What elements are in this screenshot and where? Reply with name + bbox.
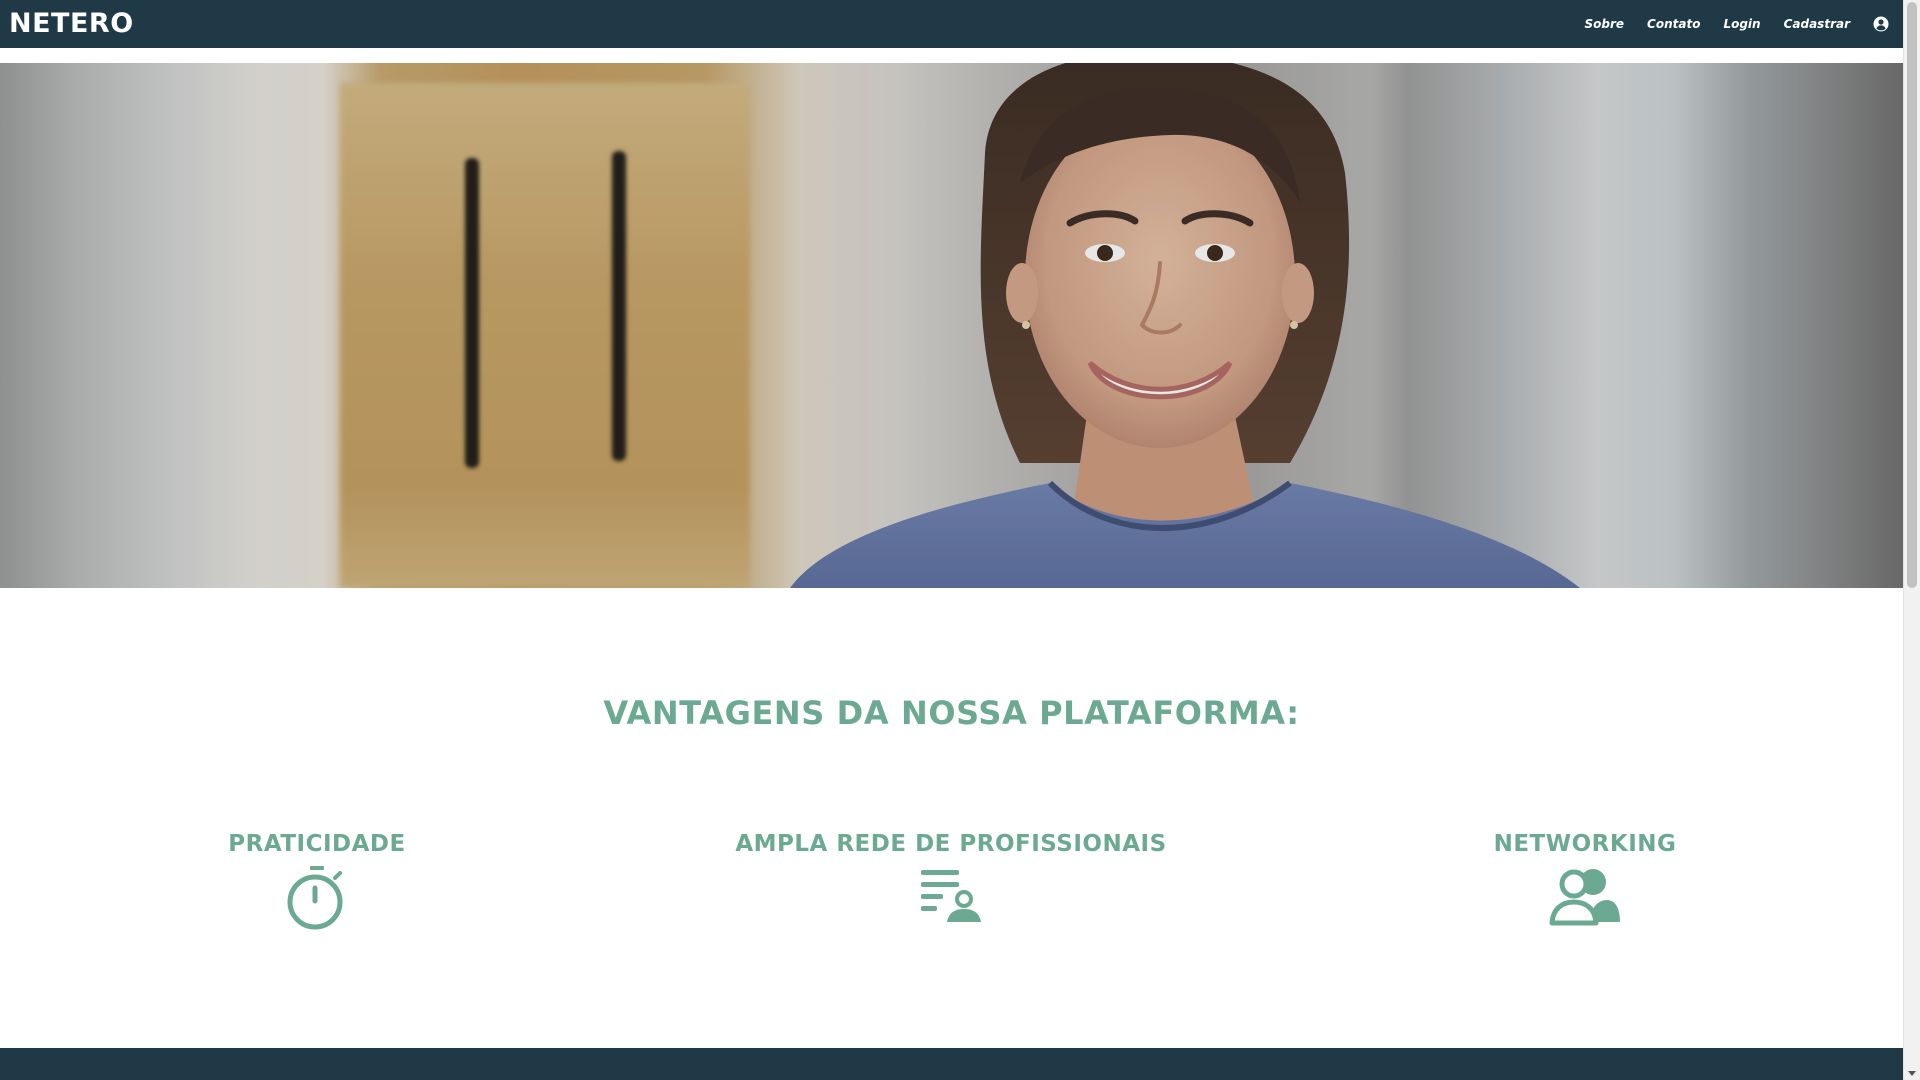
- scroll-down-arrow-icon[interactable]: [1908, 1071, 1916, 1076]
- scrollbar-thumb[interactable]: [1907, 2, 1917, 588]
- feature-title: NETWORKING: [1493, 831, 1677, 857]
- brand-logo[interactable]: NETERO: [9, 0, 134, 48]
- list-person-icon: [921, 870, 981, 922]
- hero-banner-image: [0, 63, 1903, 588]
- feature-networking: NETWORKING: [1285, 830, 1885, 926]
- page-footer: [0, 1048, 1903, 1080]
- top-navbar: NETERO Sobre Contato Login Cadastrar: [0, 0, 1903, 48]
- nav-link-cadastrar[interactable]: Cadastrar: [1784, 17, 1850, 31]
- feature-ampla-rede: AMPLA REDE DE PROFISSIONAIS: [651, 830, 1251, 926]
- users-icon: [1549, 869, 1620, 926]
- feature-title: AMPLA REDE DE PROFISSIONAIS: [735, 831, 1167, 857]
- advantages-heading: VANTAGENS DA NOSSA PLATAFORMA:: [603, 694, 1300, 732]
- nav-menu: Sobre Contato Login Cadastrar: [1561, 16, 1889, 32]
- feature-title: PRATICIDADE: [228, 831, 406, 857]
- advantages-section: VANTAGENS DA NOSSA PLATAFORMA: PRATICIDA…: [0, 588, 1903, 1048]
- page: NETERO Sobre Contato Login Cadastrar VAN…: [0, 0, 1903, 1080]
- nav-link-contato[interactable]: Contato: [1647, 17, 1700, 31]
- nav-link-login[interactable]: Login: [1723, 17, 1760, 31]
- hero-dark-overlay: [0, 63, 1903, 588]
- vertical-scrollbar[interactable]: [1903, 0, 1920, 1080]
- user-circle-icon[interactable]: [1873, 16, 1889, 32]
- stopwatch-icon: [287, 866, 343, 930]
- nav-link-sobre[interactable]: Sobre: [1584, 17, 1624, 31]
- feature-praticidade: PRATICIDADE: [17, 830, 617, 932]
